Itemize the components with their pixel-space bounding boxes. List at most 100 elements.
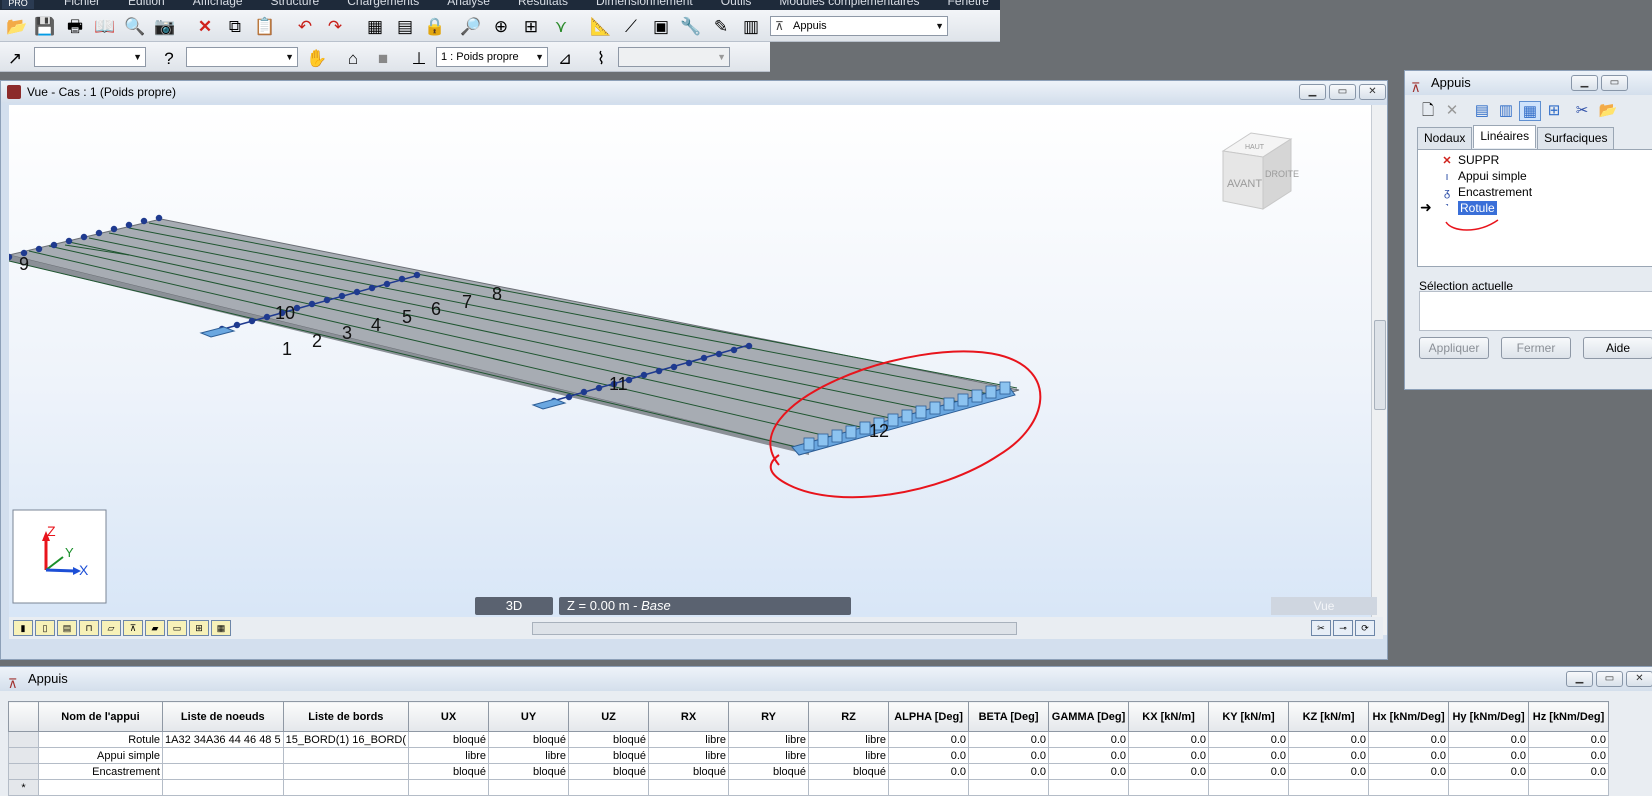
view-tool-link-icon[interactable]: ⊸ <box>1333 620 1353 636</box>
table-cell[interactable]: 15_BORD(1) 16_BORD( <box>282 731 410 748</box>
menu-item[interactable]: Affichage <box>179 0 257 8</box>
maximize-button[interactable]: ▭ <box>1329 84 1356 100</box>
menu-item[interactable]: Chargements <box>333 0 433 8</box>
table-cell[interactable]: bloqué <box>568 763 650 780</box>
table-cell[interactable]: 0.0 <box>1208 747 1290 764</box>
table-cell[interactable]: 1A32 34A36 44 46 48 5 <box>162 731 284 748</box>
horizontal-scroll-thumb[interactable] <box>532 622 1017 635</box>
table-cell[interactable]: 0.0 <box>1128 747 1210 764</box>
case-icon[interactable]: ⊥ <box>406 45 432 71</box>
column-header[interactable]: UY <box>488 701 570 732</box>
row-header[interactable] <box>8 731 39 748</box>
table-cell[interactable]: bloqué <box>408 763 490 780</box>
new-row[interactable]: * <box>8 779 1610 796</box>
table-cell[interactable]: libre <box>808 747 890 764</box>
layout-icon[interactable]: ▥ <box>738 13 764 39</box>
folder-icon[interactable]: 📂 <box>1597 101 1619 121</box>
menu-item[interactable]: Edition <box>114 0 179 8</box>
view-tool-6-icon[interactable]: ⊼ <box>123 620 143 636</box>
table-cell[interactable] <box>568 779 650 796</box>
column-header[interactable]: RY <box>728 701 810 732</box>
paste-icon[interactable]: 📋 <box>252 13 278 39</box>
compass-icon[interactable]: ✎ <box>708 13 734 39</box>
menu-item[interactable]: Modules complémentaires <box>765 0 933 8</box>
table-cell[interactable]: bloqué <box>808 763 890 780</box>
table-cell[interactable] <box>162 747 284 764</box>
table-cell[interactable]: bloqué <box>648 763 730 780</box>
row-header[interactable] <box>8 763 39 780</box>
view-tool-refresh-icon[interactable]: ⟳ <box>1355 620 1375 636</box>
selection-select[interactable]: ▼ <box>34 47 146 67</box>
table-cell[interactable] <box>728 779 810 796</box>
vertical-scroll-thumb[interactable] <box>1374 320 1386 410</box>
open-icon[interactable]: 📂 <box>4 13 30 39</box>
column-header[interactable]: Hy [kNm/Deg] <box>1448 701 1530 732</box>
table-cell[interactable]: libre <box>408 747 490 764</box>
list-item-encastrement[interactable]: ᵹ Encastrement <box>1440 184 1532 200</box>
table-cell[interactable]: 0.0 <box>888 731 970 748</box>
table-cell[interactable]: bloqué <box>408 731 490 748</box>
column-header[interactable]: UZ <box>568 701 650 732</box>
cut-icon[interactable]: ✂ <box>1571 101 1593 121</box>
close-button[interactable]: Fermer <box>1501 337 1571 359</box>
node-icon[interactable]: ⋎ <box>548 13 574 39</box>
book-icon[interactable]: 📖 <box>92 13 118 39</box>
table-cell[interactable] <box>1128 779 1210 796</box>
table-cell[interactable] <box>162 763 284 780</box>
table-cell[interactable] <box>282 763 410 780</box>
table-cell[interactable]: 0.0 <box>1448 731 1530 748</box>
copy-icon[interactable]: ⧉ <box>222 13 248 39</box>
table-cell[interactable] <box>808 779 890 796</box>
table-cell[interactable]: libre <box>648 747 730 764</box>
table-cell[interactable]: 0.0 <box>1048 731 1130 748</box>
table-cell[interactable]: 0.0 <box>1368 747 1450 764</box>
detail-view-icon[interactable]: ▥ <box>1495 101 1517 121</box>
zoom-target-icon[interactable]: ⊕ <box>488 13 514 39</box>
table-cell[interactable]: 0.0 <box>1208 731 1290 748</box>
list-item-appui-simple[interactable]: ı Appui simple <box>1440 168 1526 184</box>
table-cell[interactable]: 0.0 <box>1528 747 1610 764</box>
table-cell[interactable] <box>1208 779 1290 796</box>
column-header[interactable]: ALPHA [Deg] <box>888 701 970 732</box>
cube-icon[interactable]: ▣ <box>648 13 674 39</box>
column-header[interactable]: KX [kN/m] <box>1128 701 1210 732</box>
table-cell[interactable]: 0.0 <box>1128 731 1210 748</box>
table-cell[interactable]: 0.0 <box>1048 747 1130 764</box>
calculator-icon[interactable]: ▦ <box>362 13 388 39</box>
table-cell[interactable]: bloqué <box>728 763 810 780</box>
model-canvas[interactable]: 1 2 3 4 5 6 7 8 9 10 11 12 AVANT DROITE <box>9 105 1383 617</box>
column-header[interactable]: KY [kN/m] <box>1208 701 1290 732</box>
delete-icon[interactable]: ✕ <box>1441 101 1463 121</box>
view-tool-2-icon[interactable]: ▯ <box>35 620 55 636</box>
column-header[interactable]: KZ [kN/m] <box>1288 701 1370 732</box>
table-cell[interactable] <box>1368 779 1450 796</box>
table-cell[interactable] <box>1528 779 1610 796</box>
table-cell[interactable]: 0.0 <box>1288 731 1370 748</box>
column-header[interactable]: RX <box>648 701 730 732</box>
mode-select[interactable]: ▼ <box>618 47 730 67</box>
delete-icon[interactable]: ✕ <box>192 13 218 39</box>
table-row[interactable]: Appui simple libre libre bloqué libre libre li… <box>8 747 1610 764</box>
camera-icon[interactable]: 📷 <box>152 13 178 39</box>
table-cell[interactable]: 0.0 <box>1128 763 1210 780</box>
help-select-icon[interactable]: ? <box>156 45 182 71</box>
view-tool-5-icon[interactable]: ▱ <box>101 620 121 636</box>
apply-button[interactable]: Appliquer <box>1419 337 1489 359</box>
table-view-icon[interactable]: ⊞ <box>1543 101 1565 121</box>
redo-icon[interactable]: ↷ <box>322 13 348 39</box>
undo-icon[interactable]: ↶ <box>292 13 318 39</box>
view-mode-3d[interactable]: 3D <box>475 597 553 615</box>
table-cell[interactable]: bloqué <box>488 763 570 780</box>
lock-icon[interactable]: 🔒 <box>422 13 448 39</box>
combination-icon[interactable]: ⌇ <box>588 45 614 71</box>
table-row[interactable]: Rotule 1A32 34A36 44 46 48 5 15_BORD(1) 16… <box>8 731 1610 748</box>
table-cell[interactable]: 0.0 <box>1368 731 1450 748</box>
table-cell[interactable]: 0.0 <box>1448 763 1530 780</box>
table-cell[interactable] <box>968 779 1050 796</box>
table-cell[interactable] <box>282 747 410 764</box>
minimize-button[interactable]: ▁ <box>1571 75 1598 91</box>
view-tool-9-icon[interactable]: ⊞ <box>189 620 209 636</box>
load-case-select[interactable]: 1 : Poids propre ▼ <box>436 47 548 67</box>
calc-window-icon[interactable]: ▤ <box>392 13 418 39</box>
close-button[interactable]: ✕ <box>1626 671 1652 687</box>
